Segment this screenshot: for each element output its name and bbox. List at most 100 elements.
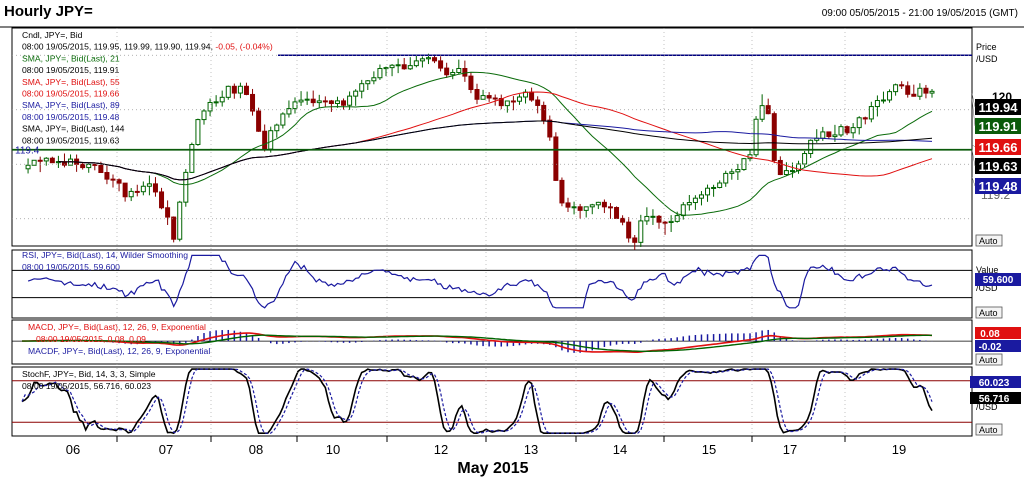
candle-body [268, 130, 274, 150]
candle-body [134, 190, 140, 193]
candle-body [231, 85, 237, 94]
price-legend-line: 08:00 19/05/2015, 119.48 [22, 112, 120, 122]
candle-body [43, 157, 49, 162]
candle-body [86, 163, 92, 169]
candle-body [359, 83, 365, 92]
candle-body [759, 105, 765, 120]
x-axis-tick-12: 12 [434, 442, 448, 457]
legend-ohlc: 08:00 19/05/2015, 119.95, 119.99, 119.90… [22, 42, 215, 52]
price-legend-line: SMA, JPY=, Bid(Last), 144 [22, 124, 125, 134]
candle-body [595, 201, 601, 206]
macd-badge: -0.02 [979, 342, 1002, 353]
x-axis-tick-06: 06 [66, 442, 80, 457]
candle-body [401, 64, 407, 70]
candle-body [49, 157, 55, 164]
candle-body [541, 104, 547, 121]
candle-body [225, 85, 231, 98]
candle-body [820, 131, 826, 139]
candle-body [438, 60, 444, 69]
candle-body [334, 100, 340, 104]
candle-body [717, 182, 723, 188]
candle-body [395, 64, 401, 67]
candle-body [929, 90, 935, 94]
candle-body [674, 215, 680, 222]
candle-body [856, 117, 862, 129]
x-axis-month: May 2015 [457, 460, 528, 477]
price-axis-unit: /USD [976, 54, 998, 64]
rsi-badge: 59.600 [983, 275, 1014, 286]
macd-legend-line: 08:00 19/05/2015, 0.08, 0.09 [36, 334, 146, 344]
candle-body [256, 110, 262, 132]
auto-label-rsi: Auto [979, 308, 998, 318]
candle-body [201, 110, 207, 121]
x-axis-tick-19: 19 [892, 442, 906, 457]
candle-body [686, 202, 692, 206]
candle-body [862, 117, 868, 120]
candle-body [413, 60, 419, 67]
x-axis-tick-14: 14 [613, 442, 627, 457]
candle-body [868, 106, 874, 120]
price-legend-line: 08:00 19/05/2015, 119.66 [22, 89, 120, 99]
panel-frame-rsi [11, 249, 973, 319]
candle-body [304, 98, 310, 101]
candle-body [504, 100, 510, 107]
x-axis-tick-08: 08 [249, 442, 263, 457]
candle-body [243, 85, 249, 95]
candle-body [911, 93, 917, 97]
price-badge-119.63: 119.63 [978, 159, 1017, 174]
candle-body [316, 100, 322, 104]
candle-body [456, 67, 462, 73]
candle-body [571, 206, 577, 209]
candle-body [140, 185, 146, 193]
candle-body [662, 221, 668, 224]
price-legend-line: SMA, JPY=, Bid(Last), 55 [22, 77, 120, 87]
candle-body [171, 216, 177, 240]
x-axis-tick-13: 13 [524, 442, 538, 457]
candle-body [874, 100, 880, 108]
stoch-legend-line: 08:00 19/05/2015, 56.716, 60.023 [22, 381, 151, 391]
candle-body [371, 77, 377, 82]
candle-body [516, 96, 522, 102]
candle-body [553, 136, 559, 181]
candle-body [607, 206, 613, 209]
candle-body [638, 220, 644, 243]
candle-body [492, 97, 498, 100]
price-legend-line: 08:00 19/05/2015, 119.95, 119.99, 119.90… [22, 42, 273, 52]
price-legend-line: SMA, JPY=, Bid(Last), 89 [22, 100, 120, 110]
candle-body [292, 101, 298, 110]
candle-body [407, 65, 413, 70]
macd-legend-line: MACD, JPY=, Bid(Last), 12, 26, 9, Expone… [28, 322, 206, 332]
candle-body [510, 100, 516, 103]
chart-svg[interactable]: 119.4 Cndl, JPY=, Bid 08:00 19/05/2015, 11… [0, 0, 1024, 496]
candle-body [826, 131, 832, 138]
candle-body [789, 170, 795, 173]
candle-body [680, 204, 686, 217]
candle-body [632, 237, 638, 243]
candle-body [432, 57, 438, 62]
candle-body [589, 204, 595, 208]
candle-body [577, 206, 583, 211]
auto-label: Auto [979, 236, 998, 246]
candle-body [559, 179, 565, 204]
candle-body [122, 182, 128, 198]
candle-body [656, 215, 662, 223]
candle-body [322, 100, 328, 103]
candle-body [917, 87, 923, 97]
auto-label-stoch: Auto [979, 425, 998, 435]
candle-body [419, 58, 425, 62]
candle-body [262, 130, 268, 150]
candle-body [741, 158, 747, 171]
candle-body [468, 75, 474, 91]
candle-body [808, 139, 814, 155]
price-badge-119.94: 119.94 [978, 100, 1018, 115]
macd-legend-line: MACDF, JPY=, Bid(Last), 12, 26, 9, Expon… [28, 346, 210, 356]
candle-body [529, 91, 535, 101]
legend-change: -0.05, (-0.04%) [215, 42, 272, 52]
candle-body [298, 99, 304, 103]
candle-body [250, 93, 256, 112]
candle-body [116, 179, 122, 184]
candle-body [650, 215, 656, 218]
candle-body [486, 95, 492, 99]
price-legend-line: 08:00 19/05/2015, 119.91 [22, 65, 120, 75]
stoch-badge: 56.716 [979, 394, 1010, 405]
